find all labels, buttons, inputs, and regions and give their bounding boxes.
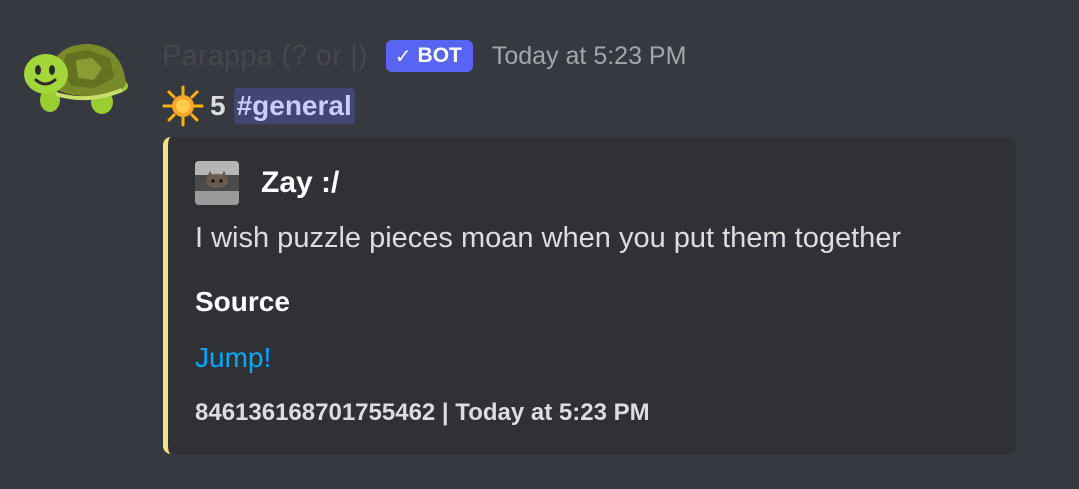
turtle-icon[interactable] xyxy=(22,38,132,118)
embed-author-name: Zay :/ xyxy=(261,166,340,199)
message-timestamp[interactable]: Today at 5:23 PM xyxy=(492,42,687,71)
embed-author: Zay :/ xyxy=(195,160,339,206)
message-content: 5 #general xyxy=(162,84,355,128)
cat-avatar-icon xyxy=(195,161,239,205)
embed-footer: 846136168701755462 | Today at 5:23 PM xyxy=(195,399,650,426)
channel-mention[interactable]: #general xyxy=(233,88,355,124)
checkmark-icon: ✓ xyxy=(394,45,412,68)
embed: Zay :/ I wish puzzle pieces moan when yo… xyxy=(163,137,1016,454)
message: Parappa (? or |) ✓ BOT Today at 5:23 PM xyxy=(0,0,1079,489)
embed-description: I wish puzzle pieces moan when you put t… xyxy=(195,222,902,254)
embed-field-name: Source xyxy=(195,286,290,317)
jump-link[interactable]: Jump! xyxy=(195,342,271,374)
star-count: 5 xyxy=(210,90,226,121)
bot-badge: ✓ BOT xyxy=(385,40,473,72)
message-header: Parappa (? or |) ✓ BOT Today at 5:23 PM xyxy=(162,34,686,78)
glowing-star-icon xyxy=(162,85,204,127)
bot-badge-label: BOT xyxy=(417,44,462,67)
author-username[interactable]: Parappa (? or |) xyxy=(162,40,368,73)
